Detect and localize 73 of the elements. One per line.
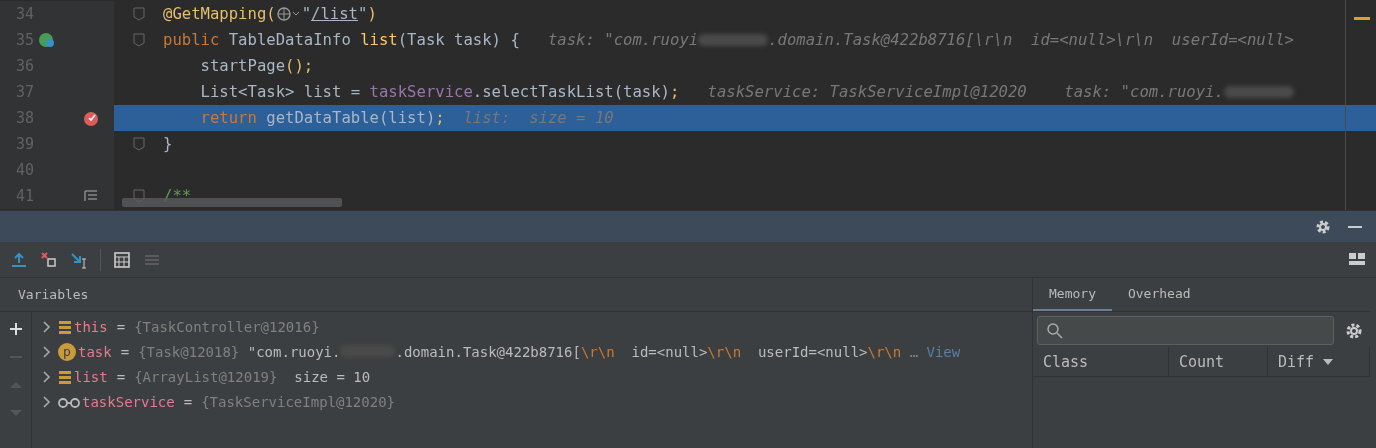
variable-value: {Task@12018}	[138, 343, 240, 360]
globe-icon	[275, 6, 302, 22]
chevron-right-icon	[42, 369, 52, 384]
chevron-right-icon	[42, 394, 52, 409]
code-token: .selectTaskList(task)	[472, 83, 670, 101]
variable-value: {ArrayList@12019}	[134, 368, 278, 385]
variable-name: taskService	[82, 393, 175, 410]
calculator-icon[interactable]	[113, 250, 131, 269]
code-token: "	[358, 5, 368, 23]
code-token: List<Task> list =	[199, 83, 362, 101]
equals-sign: =	[120, 343, 130, 360]
code-token: TableDataInfo	[228, 31, 352, 49]
column-header[interactable]: Diff	[1268, 347, 1370, 376]
variable-row[interactable]: list = {ArrayList@12019} size = 10	[32, 364, 1032, 389]
upload-icon[interactable]	[10, 250, 28, 269]
inline-hint: taskService: TaskServiceImpl@12020 task: "com.ruoyi.	[706, 83, 1224, 101]
variable-value: {TaskServiceImpl@12020}	[201, 393, 396, 410]
drop-frame-icon[interactable]	[40, 250, 58, 269]
column-header[interactable]: Count	[1169, 347, 1268, 376]
code-token: startPage	[199, 57, 286, 75]
warning-stripe	[1354, 17, 1370, 20]
code-token: ;	[435, 109, 445, 127]
code-token: public	[163, 31, 221, 49]
code-token: (Task task)	[397, 31, 502, 49]
variable-row[interactable]: this = {TaskController@12016}	[32, 314, 1032, 339]
variable-name: list	[74, 368, 108, 385]
variable-row[interactable]: p task = {Task@12018} "com.ruoyi. .domain.Task@422b8716[\r\n id=<null>\r\n userId=<null>\r\n … View	[32, 339, 1032, 364]
column-header[interactable]: Class	[1033, 347, 1169, 376]
memory-tab[interactable]: Memory	[1033, 278, 1112, 311]
redaction-blur	[1223, 86, 1294, 98]
search-icon	[1046, 321, 1064, 340]
code-token: )	[367, 5, 377, 23]
chevron-right-icon	[42, 319, 52, 334]
variable-value: \r\n	[580, 343, 615, 360]
variable-name: task	[78, 343, 112, 360]
code-token: /**	[163, 187, 192, 205]
variable-value: …	[908, 343, 920, 360]
inline-hint: .domain.Task@422b8716[\r\n id=<null>\r\n userId=<null>	[768, 31, 1294, 49]
code-token: /list	[311, 5, 358, 23]
code-token: getDataTable(list)	[266, 109, 436, 127]
field-icon	[58, 318, 72, 335]
search-field[interactable]	[1037, 316, 1334, 345]
variable-value: id=<null>	[630, 343, 708, 360]
variable-value: "com.ruoyi.	[246, 343, 341, 360]
code-token: "	[301, 5, 312, 23]
chevron-right-icon	[42, 344, 52, 359]
arrow-cursor-icon[interactable]	[70, 250, 88, 269]
variable-value: .domain.Task@422b8716[	[395, 343, 581, 360]
variable-value: userId=<null>	[756, 343, 868, 360]
code-token: return	[199, 109, 258, 127]
redaction-blur	[698, 34, 769, 46]
inline-hint: list: size = 10	[462, 109, 614, 127]
variable-value: {TaskController@12016}	[134, 318, 320, 335]
inline-hint: task: "com.ruoyi	[546, 31, 699, 49]
field-icon	[58, 368, 72, 385]
equals-sign: =	[183, 393, 193, 410]
variable-name: this	[74, 318, 108, 335]
variable-value: \r\n	[867, 343, 902, 360]
code-token: list	[360, 31, 398, 49]
variables-label: Variables	[18, 287, 89, 302]
variable-value: size = 10	[293, 368, 371, 385]
code-token: @GetMapping(	[163, 5, 276, 23]
equals-sign: =	[116, 318, 126, 335]
code-token: ();	[285, 57, 314, 75]
equals-sign: =	[116, 368, 126, 385]
code-token: }	[163, 135, 173, 153]
code-token: ;	[670, 83, 680, 101]
variable-value: \r\n	[707, 343, 742, 360]
memory-tab[interactable]: Overhead	[1111, 278, 1207, 311]
code-token: taskService	[369, 83, 473, 101]
parameter-badge: p	[58, 342, 76, 361]
variable-row[interactable]: taskService = {TaskServiceImpl@12020}	[32, 389, 1032, 414]
code-token: {	[510, 31, 520, 49]
